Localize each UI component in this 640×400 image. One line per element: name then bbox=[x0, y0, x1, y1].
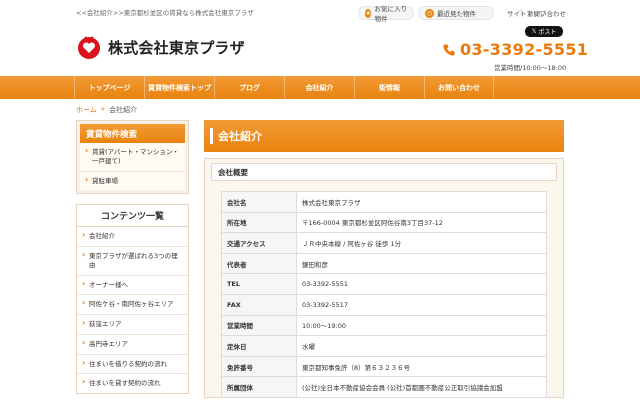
row-value: 株式会社東京プラザ bbox=[296, 191, 547, 213]
phone-icon bbox=[443, 44, 455, 56]
clock-icon: ◷ bbox=[425, 8, 434, 18]
sidebar-item-ogikubo-area[interactable]: 荻窪エリア bbox=[77, 315, 188, 335]
row-value: ＪＲ中央本線 / 阿佐ヶ谷 徒歩 1分 bbox=[296, 232, 547, 254]
row-label: TEL bbox=[221, 273, 297, 295]
heart-logo-icon[interactable] bbox=[76, 34, 102, 60]
top-link-separator: | bbox=[520, 8, 523, 16]
row-value: 〒166-0004 東京都杉並区阿佐谷南3丁目37-12 bbox=[296, 211, 547, 234]
row-value: 03-3392-5551 bbox=[296, 273, 547, 295]
table-row: 定休日 水曜 bbox=[221, 335, 547, 357]
row-value: 鎌田和彦 bbox=[296, 252, 547, 275]
section-title: 会社概要 bbox=[211, 163, 557, 181]
table-row: FAX 03-3392-5517 bbox=[221, 293, 547, 316]
table-row: 所属団体 (公社)全日本不動産協会会員 (公社)首都圏不動産公正取引協議会加盟 bbox=[221, 376, 547, 398]
nav-blog[interactable]: ブログ bbox=[214, 76, 284, 99]
nav-contact[interactable]: お問い合わせ bbox=[424, 76, 494, 99]
rental-search-box: 賃貸物件検索 賃貸(アパート・マンション・一戸建て) 貸駐車場 bbox=[76, 120, 189, 195]
sidebar-item-reasons[interactable]: 東京プラザが選ばれる3つの理由 bbox=[77, 247, 188, 276]
nav-town-info[interactable]: 街情報 bbox=[354, 76, 424, 99]
table-row: TEL 03-3392-5551 bbox=[221, 273, 547, 295]
page-title: 会社紹介 bbox=[204, 120, 564, 152]
recent-button[interactable]: ◷ 最近見た物件 bbox=[418, 6, 494, 20]
post-label: ポスト bbox=[538, 29, 557, 36]
table-row: 代表者 鎌田和彦 bbox=[221, 252, 547, 275]
row-value: 東京都知事免許（8）第６３２３６号 bbox=[296, 355, 547, 378]
row-label: FAX bbox=[221, 293, 297, 316]
sidebar-item-rental[interactable]: 賃貸(アパート・マンション・一戸建て) bbox=[80, 143, 185, 172]
global-nav: トップページ 賃貸物件検索トップ ブログ 会社紹介 街情報 お問い合わせ bbox=[0, 76, 640, 99]
row-label: 交通アクセス bbox=[221, 232, 297, 254]
row-label: 会社名 bbox=[221, 191, 297, 213]
row-value: 03-3392-5517 bbox=[296, 293, 547, 316]
x-post-button[interactable]: 𝕏 ポスト bbox=[525, 26, 563, 37]
star-icon: ★ bbox=[365, 8, 372, 18]
breadcrumb-home[interactable]: ホーム bbox=[76, 105, 97, 115]
company-table: 会社名 株式会社東京プラザ 所在地 〒166-0004 東京都杉並区阿佐谷南3丁目3… bbox=[221, 191, 547, 398]
row-value: 10:00～19:00 bbox=[296, 314, 547, 337]
sidebar-item-company[interactable]: 会社紹介 bbox=[77, 227, 188, 248]
rental-search-title: 賃貸物件検索 bbox=[80, 124, 185, 143]
sidebar: 賃貸物件検索 賃貸(アパート・マンション・一戸建て) 貸駐車場 コンテンツ一覧 … bbox=[76, 120, 189, 400]
nav-rental-search[interactable]: 賃貸物件検索トップ bbox=[144, 76, 214, 99]
company-name[interactable]: 株式会社東京プラザ bbox=[108, 37, 245, 58]
favorites-button[interactable]: ★ お気に入り物件 bbox=[358, 5, 414, 23]
row-label: 営業時間 bbox=[221, 314, 297, 337]
row-label: 代表者 bbox=[221, 252, 297, 275]
table-row: 交通アクセス ＪＲ中央本線 / 阿佐ヶ谷 徒歩 1分 bbox=[221, 232, 547, 254]
company-overview-box: 会社概要 会社名 株式会社東京プラザ 所在地 〒166-0004 東京都杉並区阿佐谷… bbox=[204, 158, 564, 398]
table-row: 営業時間 10:00～19:00 bbox=[221, 314, 547, 337]
contents-title: コンテンツ一覧 bbox=[77, 205, 188, 228]
phone-number[interactable]: 03-3392-5551 bbox=[460, 40, 588, 59]
row-value: (公社)全日本不動産協会会員 (公社)首都圏不動産公正取引協議会加盟 bbox=[296, 376, 547, 398]
top-breadcrumb-text: <<会社紹介>>東京都杉並区の賃貸なら株式会社東京プラザ bbox=[76, 9, 254, 17]
row-label: 定休日 bbox=[221, 335, 297, 357]
x-logo-icon: 𝕏 bbox=[531, 28, 537, 35]
sidebar-item-rent-flow[interactable]: 住まいを借りる契約の流れ bbox=[77, 354, 188, 375]
favorites-label: お気に入り物件 bbox=[374, 5, 407, 23]
nav-company[interactable]: 会社紹介 bbox=[284, 76, 354, 99]
top-strip: <<会社紹介>>東京都杉並区の賃貸なら株式会社東京プラザ ★ お気に入り物件 ◷… bbox=[0, 0, 640, 26]
company-table-wrap: 会社名 株式会社東京プラザ 所在地 〒166-0004 東京都杉並区阿佐谷南3丁目3… bbox=[221, 191, 547, 398]
recent-label: 最近見た物件 bbox=[437, 10, 476, 18]
sidebar-item-asagaya-area[interactable]: 阿佐ケ谷・南阿佐ヶ谷エリア bbox=[77, 295, 188, 316]
sidebar-item-lease-flow[interactable]: 住まいを貸す契約の流れ bbox=[77, 374, 188, 394]
row-label: 所属団体 bbox=[221, 376, 297, 398]
nav-top[interactable]: トップページ bbox=[74, 76, 144, 99]
contents-box: コンテンツ一覧 会社紹介 東京プラザが選ばれる3つの理由 オーナー様へ 阿佐ケ谷… bbox=[76, 204, 189, 395]
phone-block: 03-3392-5551 bbox=[442, 40, 588, 59]
sidebar-item-koenji-area[interactable]: 高円寺エリア bbox=[77, 334, 188, 355]
sidebar-item-owners[interactable]: オーナー様へ bbox=[77, 275, 188, 296]
breadcrumb: ホーム » 会社紹介 bbox=[76, 105, 137, 115]
table-row: 免許番号 東京都知事免許（8）第６３２３６号 bbox=[221, 355, 547, 378]
main-content: 会社紹介 会社概要 会社名 株式会社東京プラザ 所在地 〒166-0004 東京都杉… bbox=[204, 120, 564, 398]
breadcrumb-current: 会社紹介 bbox=[109, 106, 138, 114]
contact-link-top[interactable]: お問い合わせ bbox=[527, 8, 566, 18]
row-value: 水曜 bbox=[296, 335, 547, 357]
table-row: 所在地 〒166-0004 東京都杉並区阿佐谷南3丁目37-12 bbox=[221, 211, 547, 234]
row-label: 所在地 bbox=[221, 211, 297, 234]
row-label: 免許番号 bbox=[221, 355, 297, 378]
sidebar-item-parking[interactable]: 貸駐車場 bbox=[80, 171, 185, 191]
business-hours: 営業時間/10:00～18:00 bbox=[494, 64, 567, 72]
table-row: 会社名 株式会社東京プラザ bbox=[221, 191, 547, 213]
breadcrumb-separator: » bbox=[100, 105, 106, 113]
